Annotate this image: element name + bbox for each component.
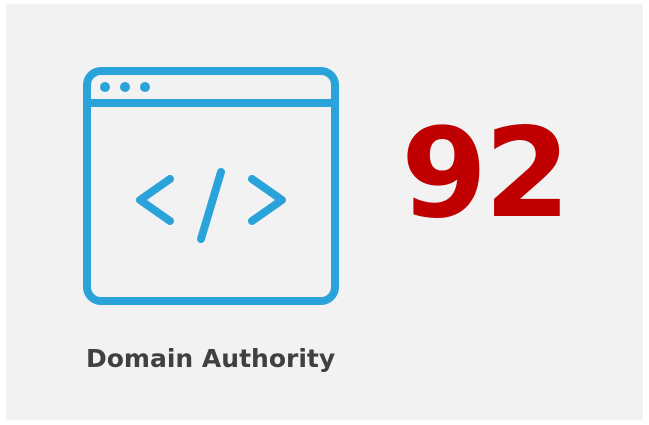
domain-authority-value: 92 [401, 102, 571, 246]
domain-authority-label: Domain Authority [86, 344, 336, 373]
browser-code-icon [82, 66, 340, 306]
metric-card: 92 Domain Authority [6, 4, 643, 420]
